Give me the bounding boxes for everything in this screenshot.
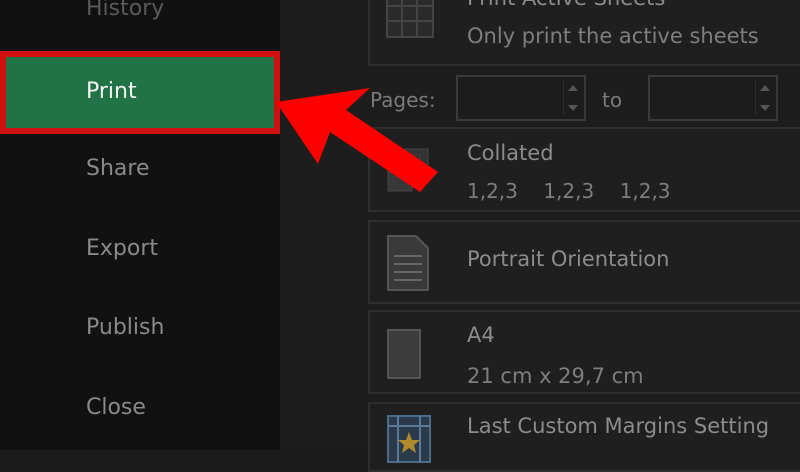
nav-print-highlight[interactable]: Print bbox=[0, 51, 280, 134]
margins-dropdown[interactable]: Last Custom Margins Setting bbox=[368, 402, 800, 472]
setting-title: A4 bbox=[467, 323, 495, 347]
pages-to-input[interactable] bbox=[648, 75, 778, 121]
print-active-sheets-dropdown[interactable]: Print Active Sheets Only print the activ… bbox=[368, 0, 800, 66]
setting-subtitle: 21 cm x 29,7 cm bbox=[467, 364, 644, 388]
setting-title: Print Active Sheets bbox=[467, 0, 665, 10]
spin-down-icon[interactable] bbox=[760, 105, 770, 111]
spinner-divider bbox=[563, 81, 564, 115]
setting-title: Last Custom Margins Setting bbox=[467, 414, 770, 438]
nav-print-label: Print bbox=[86, 79, 137, 104]
pointer-arrow-icon bbox=[276, 88, 438, 192]
pages-to-label: to bbox=[602, 88, 623, 112]
spin-up-icon[interactable] bbox=[760, 85, 770, 91]
orientation-dropdown[interactable]: Portrait Orientation bbox=[368, 220, 800, 304]
portrait-page-icon bbox=[387, 235, 429, 291]
nav-publish[interactable]: Publish bbox=[86, 315, 164, 340]
spinner-divider bbox=[755, 81, 756, 115]
paper-size-icon bbox=[387, 329, 421, 379]
nav-history[interactable]: History bbox=[86, 0, 164, 21]
nav-export[interactable]: Export bbox=[86, 236, 158, 261]
setting-title: Portrait Orientation bbox=[467, 247, 670, 271]
nav-share[interactable]: Share bbox=[86, 156, 150, 181]
nav-print[interactable]: Print bbox=[6, 57, 274, 128]
print-settings-panel: Print Active Sheets Only print the activ… bbox=[280, 0, 800, 472]
pages-from-input[interactable] bbox=[456, 75, 586, 121]
nav-close[interactable]: Close bbox=[86, 395, 146, 420]
paper-size-dropdown[interactable]: A4 21 cm x 29,7 cm bbox=[368, 310, 800, 394]
margins-icon bbox=[387, 415, 431, 463]
spin-down-icon[interactable] bbox=[568, 105, 578, 111]
setting-title: Collated bbox=[467, 141, 554, 165]
backstage-nav: History Print Share Export Publish Close bbox=[0, 0, 280, 450]
setting-subtitle: Only print the active sheets bbox=[467, 24, 759, 48]
spin-up-icon[interactable] bbox=[568, 85, 578, 91]
setting-subtitle: 1,2,3 1,2,3 1,2,3 bbox=[467, 179, 671, 203]
sheets-grid-icon bbox=[386, 0, 434, 38]
